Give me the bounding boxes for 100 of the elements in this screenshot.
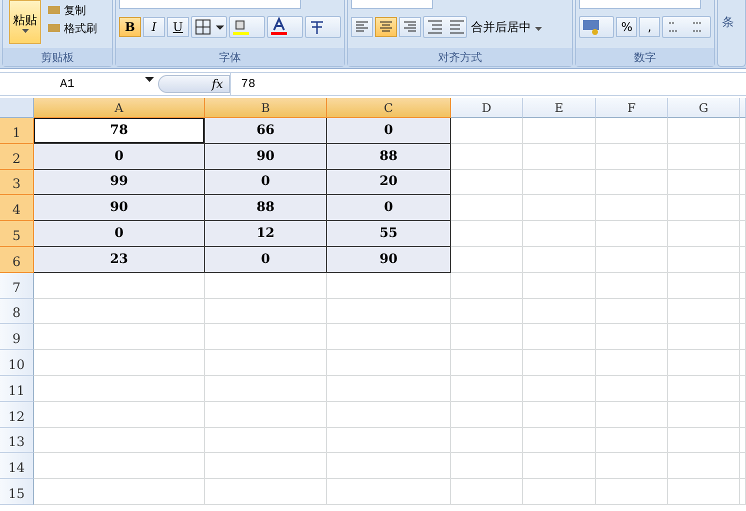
row-header[interactable]: 8 xyxy=(0,298,34,324)
table-cell xyxy=(596,350,668,376)
table-cell xyxy=(596,195,668,222)
table-cell xyxy=(451,272,523,299)
paste-button[interactable]: 粘贴 xyxy=(9,0,41,44)
row-header[interactable]: 4 xyxy=(0,195,34,222)
caret-icon xyxy=(22,28,28,32)
name-box[interactable]: A1 xyxy=(0,77,158,91)
table-cell: 20 xyxy=(327,170,451,196)
table-cell: 66 xyxy=(205,118,327,144)
decimal-icon[interactable] xyxy=(662,16,711,38)
phonetic-icon[interactable] xyxy=(304,16,341,38)
indent-icon[interactable] xyxy=(422,16,467,38)
table-cell xyxy=(451,118,523,144)
table-cell xyxy=(451,221,523,247)
group-title: 对齐方式 xyxy=(438,50,482,64)
align-button[interactable] xyxy=(374,17,397,37)
table-cell xyxy=(451,324,523,350)
font-color-icon[interactable] xyxy=(266,16,303,38)
table-cell xyxy=(596,170,668,196)
column-header[interactable]: E xyxy=(523,98,596,118)
table-cell xyxy=(668,272,740,299)
table-cell xyxy=(451,144,523,170)
row-header[interactable]: 6 xyxy=(0,246,34,273)
number-format-field[interactable] xyxy=(578,0,701,9)
table-cell xyxy=(451,170,523,196)
table-cell xyxy=(668,170,740,196)
row-header[interactable]: 3 xyxy=(0,170,34,196)
table-cell: 90 xyxy=(34,195,205,222)
fill-color-icon[interactable] xyxy=(228,16,265,38)
table-cell: 23 xyxy=(34,246,205,273)
row-header[interactable]: 10 xyxy=(0,350,34,376)
column-header[interactable]: D xyxy=(451,98,523,118)
table-cell xyxy=(451,402,523,428)
table-cell: 90 xyxy=(327,246,451,273)
row-header[interactable]: 7 xyxy=(0,272,34,299)
table-cell: 78 xyxy=(34,118,205,144)
number-button[interactable]: , xyxy=(639,17,660,37)
table-cell: 12 xyxy=(205,221,327,247)
row-header[interactable]: 14 xyxy=(0,453,34,480)
row-header[interactable]: 5 xyxy=(0,221,34,247)
row-header[interactable]: 13 xyxy=(0,428,34,454)
table-cell: 0 xyxy=(205,246,327,273)
table-cell: 88 xyxy=(205,195,327,222)
align-icon xyxy=(354,21,369,33)
table-cell: 0 xyxy=(34,221,205,247)
formula-field[interactable]: 78 xyxy=(230,73,746,95)
table-cell xyxy=(451,195,523,222)
row-header[interactable]: 9 xyxy=(0,324,34,350)
align-button[interactable] xyxy=(398,17,421,37)
clipboard-button[interactable]: 格式刷 xyxy=(47,20,97,36)
align-button[interactable] xyxy=(350,17,373,37)
group-title: 字体 xyxy=(218,50,241,64)
row-header[interactable]: 2 xyxy=(0,144,34,170)
column-header[interactable]: B xyxy=(205,98,327,118)
column-header[interactable]: C xyxy=(327,98,451,118)
table-cell xyxy=(451,479,523,505)
group-title: 数字 xyxy=(634,50,656,64)
ribbon-button-label: 条 xyxy=(722,14,735,31)
format-button[interactable]: B xyxy=(118,17,141,37)
table-cell: 55 xyxy=(327,221,451,247)
table-cell: 0 xyxy=(205,170,327,196)
format-button[interactable]: I xyxy=(142,17,165,37)
row-header[interactable]: 15 xyxy=(0,479,34,505)
table-cell xyxy=(451,350,523,376)
table-cell xyxy=(596,144,668,170)
column-header[interactable]: G xyxy=(668,98,740,118)
table-cell xyxy=(668,221,740,247)
table-cell xyxy=(596,298,668,324)
table-cell xyxy=(451,298,523,324)
table-cell xyxy=(668,402,740,428)
table-cell: 0 xyxy=(34,144,205,170)
number-button[interactable]: % xyxy=(616,17,638,37)
column-header[interactable]: A xyxy=(34,98,205,118)
table-cell xyxy=(668,350,740,376)
table-cell xyxy=(596,246,668,273)
merge-center-button[interactable]: 合并后居中 xyxy=(468,18,544,36)
table-cell: 99 xyxy=(34,170,205,196)
table-cell xyxy=(451,428,523,454)
table-cell xyxy=(596,428,668,454)
row-header[interactable]: 12 xyxy=(0,402,34,428)
function-button[interactable]: fx xyxy=(158,75,230,93)
table-cell xyxy=(596,376,668,402)
table-cell: 0 xyxy=(327,118,451,144)
caret-icon xyxy=(534,26,542,30)
column-header[interactable]: F xyxy=(596,98,668,118)
borders-icon[interactable] xyxy=(190,16,227,38)
table-cell xyxy=(596,221,668,247)
table-cell xyxy=(668,479,740,505)
format-button[interactable]: U xyxy=(166,17,189,37)
table-cell xyxy=(668,376,740,402)
table-cell: 88 xyxy=(327,144,451,170)
font-field[interactable] xyxy=(118,0,301,9)
wrap-field[interactable] xyxy=(350,0,433,9)
row-header[interactable]: 11 xyxy=(0,376,34,402)
row-header[interactable]: 1 xyxy=(0,118,34,144)
align-icon xyxy=(402,21,417,33)
table-cell xyxy=(668,118,740,144)
clipboard-button[interactable]: 复制 xyxy=(47,2,97,18)
table-cell xyxy=(596,453,668,480)
